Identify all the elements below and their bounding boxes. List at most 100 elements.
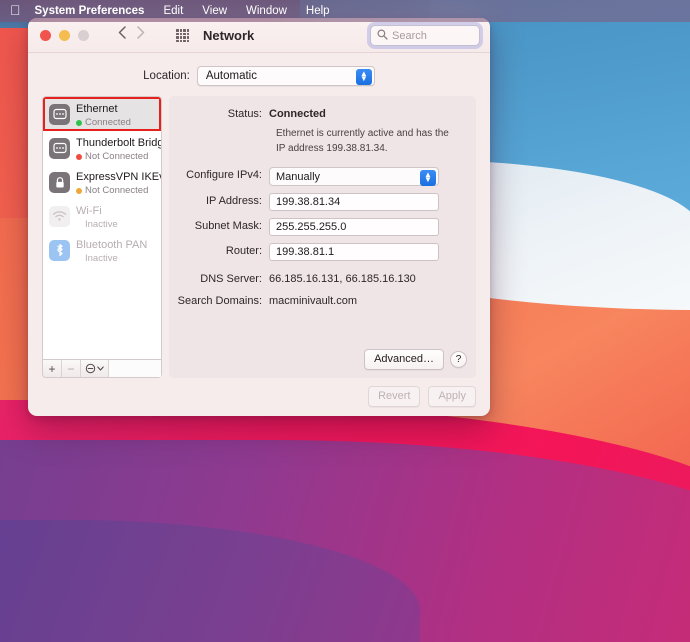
dns-server-value: 66.185.16.131, 66.185.16.130	[269, 273, 416, 285]
status-row: Status: Connected	[169, 106, 464, 120]
service-item-bluetooth-pan[interactable]: Bluetooth PAN Inactive	[43, 233, 161, 267]
close-button[interactable]	[40, 30, 51, 41]
forward-chevron-icon[interactable]	[137, 26, 145, 39]
service-list[interactable]: Ethernet Connected Thunderbolt Bridge No…	[42, 96, 162, 359]
service-status-label: Not Connected	[85, 150, 149, 162]
search-domains-value: macminivault.com	[269, 295, 358, 307]
menu-bar:  System Preferences Edit View Window He…	[0, 0, 690, 22]
revert-button[interactable]: Revert	[368, 386, 421, 407]
service-text: Bluetooth PAN Inactive	[76, 235, 147, 265]
location-row: Location: Automatic ▲ ▼	[42, 53, 476, 96]
minimize-button[interactable]	[59, 30, 70, 41]
configure-ipv4-dropdown[interactable]: Manually ▲ ▼	[269, 167, 439, 186]
service-name: Bluetooth PAN	[76, 238, 148, 251]
traffic-lights	[40, 30, 89, 41]
apply-button[interactable]: Apply	[428, 386, 476, 407]
window-titlebar: Network	[28, 18, 490, 53]
service-status-label: Connected	[85, 116, 131, 128]
dns-server-row: DNS Server: 66.185.16.131, 66.185.16.130	[169, 271, 464, 285]
add-service-button[interactable]: +	[43, 360, 62, 377]
search-icon	[377, 27, 392, 45]
bluetooth-icon	[49, 239, 70, 261]
subnet-mask-label: Subnet Mask:	[194, 220, 262, 232]
navigation-buttons	[118, 26, 145, 39]
remove-service-button[interactable]: −	[62, 360, 81, 377]
menu-item-edit[interactable]: Edit	[163, 5, 183, 17]
action-menu-button[interactable]	[81, 360, 109, 377]
service-name: Wi-Fi	[76, 204, 102, 217]
ethernet-icon	[49, 137, 70, 159]
service-status-label: Inactive	[85, 252, 118, 264]
network-preferences-window: Network Location: Automatic ▲▼	[28, 18, 490, 416]
configure-ipv4-stepper-icon[interactable]: ▲ ▼	[420, 169, 436, 186]
status-description: Ethernet is currently active and has the…	[276, 128, 449, 154]
panes: Ethernet Connected Thunderbolt Bridge No…	[42, 96, 476, 378]
status-value: Connected	[269, 108, 326, 120]
show-all-grid-icon[interactable]	[176, 29, 189, 42]
menu-item-view[interactable]: View	[202, 5, 227, 17]
configure-ipv4-label: Configure IPv4:	[186, 169, 262, 181]
lock-icon	[49, 171, 70, 193]
router-row: Router: 199.38.81.1	[169, 243, 464, 261]
service-item-ethernet[interactable]: Ethernet Connected	[43, 97, 161, 131]
detail-actions: Advanced… ?	[364, 349, 467, 370]
service-name: Ethernet	[76, 102, 118, 115]
apple-menu-icon[interactable]: 	[10, 3, 21, 17]
service-status: Inactive	[76, 219, 118, 231]
search-domains-row: Search Domains: macminivault.com	[169, 293, 464, 307]
back-chevron-icon[interactable]	[118, 26, 126, 39]
search-input[interactable]	[392, 29, 473, 42]
window-footer: Revert Apply	[368, 386, 476, 407]
ip-address-field[interactable]: 199.38.81.34	[269, 193, 439, 211]
menu-item-help[interactable]: Help	[306, 5, 330, 17]
service-text: Wi-Fi Inactive	[76, 201, 118, 231]
status-dot-icon	[76, 188, 82, 194]
service-text: Ethernet Connected	[76, 99, 131, 129]
zoom-button	[78, 30, 89, 41]
service-status-label: Inactive	[85, 218, 118, 230]
status-dot-icon	[76, 120, 82, 126]
router-field[interactable]: 199.38.81.1	[269, 243, 439, 261]
service-status: Not Connected	[76, 151, 156, 163]
location-label: Location:	[143, 70, 190, 82]
advanced-button[interactable]: Advanced…	[364, 349, 444, 370]
status-dot-icon	[76, 154, 82, 160]
subnet-mask-row: Subnet Mask: 255.255.255.0	[169, 218, 464, 236]
chevron-down-icon	[97, 366, 104, 371]
service-status: Not Connected	[76, 185, 156, 197]
service-name: ExpressVPN IKEv2	[76, 170, 162, 183]
location-stepper-icon[interactable]: ▲ ▼	[355, 68, 372, 85]
wifi-icon	[49, 205, 70, 227]
location-value: Automatic	[205, 70, 257, 82]
search-field[interactable]	[370, 25, 480, 46]
service-status: Inactive	[76, 253, 147, 265]
service-text: ExpressVPN IKEv2 Not Connected	[76, 167, 161, 197]
subnet-mask-field[interactable]: 255.255.255.0	[269, 218, 439, 236]
page-title: Network	[203, 28, 255, 43]
service-item-wi-fi[interactable]: Wi-Fi Inactive	[43, 199, 161, 233]
menu-item-window[interactable]: Window	[246, 5, 287, 17]
ethernet-icon	[49, 103, 70, 125]
configure-ipv4-value: Manually	[276, 170, 321, 183]
router-label: Router:	[225, 245, 262, 257]
location-dropdown[interactable]: Automatic ▲ ▼	[196, 66, 375, 86]
help-button[interactable]: ?	[450, 351, 467, 368]
status-label: Status:	[227, 108, 262, 120]
service-text: Thunderbolt Bridge Not Connected	[76, 133, 161, 163]
service-status: Connected	[76, 117, 131, 129]
service-item-thunderbolt-bridge[interactable]: Thunderbolt Bridge Not Connected	[43, 131, 161, 165]
service-sidebar: Ethernet Connected Thunderbolt Bridge No…	[42, 96, 162, 378]
service-list-toolbar: + −	[42, 359, 162, 378]
configure-ipv4-row: Configure IPv4: Manually ▲ ▼	[169, 167, 464, 186]
dns-server-label: DNS Server:	[200, 273, 262, 285]
service-status-label: Not Connected	[85, 184, 149, 196]
ip-address-label: IP Address:	[205, 195, 262, 207]
window-body: Location: Automatic ▲ ▼ Ethernet Connect…	[28, 53, 490, 416]
detail-pane: Status: Connected Ethernet is currently …	[169, 96, 476, 378]
menu-item-system-preferences[interactable]: System Preferences	[35, 5, 145, 17]
ip-address-row: IP Address: 199.38.81.34	[169, 193, 464, 211]
toolbar-filler	[109, 360, 161, 377]
service-item-expressvpn-ikev2[interactable]: ExpressVPN IKEv2 Not Connected	[43, 165, 161, 199]
service-name: Thunderbolt Bridge	[76, 136, 162, 149]
search-domains-label: Search Domains:	[177, 295, 262, 307]
